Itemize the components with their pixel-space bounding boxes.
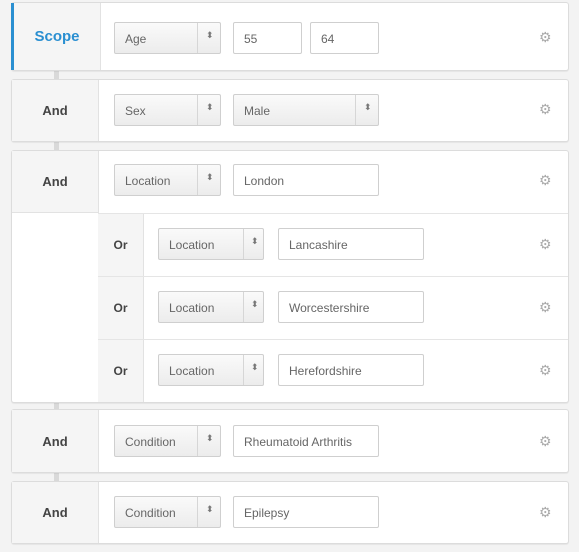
updown-arrow-icon: ⬍ bbox=[206, 102, 214, 112]
updown-arrow-icon: ⬍ bbox=[364, 102, 372, 112]
value-input[interactable]: Lancashire bbox=[278, 228, 424, 260]
field-select[interactable]: Condition ⬍ bbox=[114, 496, 221, 528]
field-select[interactable]: Location ⬍ bbox=[114, 164, 221, 196]
rule-scope: Scope Age ⬍ 55 64 ⚙ bbox=[11, 2, 569, 71]
select-value: Condition bbox=[125, 435, 176, 449]
rule-and-group: And Location ⬍ London ⚙ Or Location ⬍ La… bbox=[11, 150, 569, 403]
updown-arrow-icon: ⬍ bbox=[206, 172, 214, 182]
rule-label: And bbox=[12, 151, 99, 213]
rule-label: And bbox=[12, 410, 99, 472]
gear-icon[interactable]: ⚙ bbox=[539, 30, 552, 44]
max-value-input[interactable]: 64 bbox=[310, 22, 379, 54]
select-value: Location bbox=[169, 364, 215, 378]
field-select[interactable]: Sex ⬍ bbox=[114, 94, 221, 126]
gear-icon[interactable]: ⚙ bbox=[539, 505, 552, 519]
select-value: Location bbox=[125, 174, 171, 188]
select-value: Location bbox=[169, 301, 215, 315]
field-select[interactable]: Location ⬍ bbox=[158, 228, 264, 260]
rule-label: Scope bbox=[11, 3, 101, 70]
or-label: Or bbox=[98, 277, 144, 339]
updown-arrow-icon: ⬍ bbox=[251, 236, 259, 246]
value-select[interactable]: Male ⬍ bbox=[233, 94, 379, 126]
or-row: Or Location ⬍ Lancashire ⚙ bbox=[98, 213, 568, 276]
or-label: Or bbox=[98, 214, 144, 276]
gear-icon[interactable]: ⚙ bbox=[539, 237, 552, 251]
updown-arrow-icon: ⬍ bbox=[206, 30, 214, 40]
field-select[interactable]: Age ⬍ bbox=[114, 22, 221, 54]
gear-icon[interactable]: ⚙ bbox=[539, 173, 552, 187]
updown-arrow-icon: ⬍ bbox=[251, 299, 259, 309]
value-input[interactable]: Rheumatoid Arthritis bbox=[233, 425, 379, 457]
rule-label: And bbox=[12, 80, 99, 141]
select-value: Age bbox=[125, 32, 147, 46]
field-select[interactable]: Condition ⬍ bbox=[114, 425, 221, 457]
value-input[interactable]: Worcestershire bbox=[278, 291, 424, 323]
rule-and: And Condition ⬍ Epilepsy ⚙ bbox=[11, 481, 569, 544]
select-value: Male bbox=[244, 104, 271, 118]
gear-icon[interactable]: ⚙ bbox=[539, 363, 552, 377]
select-value: Sex bbox=[125, 104, 146, 118]
value-input[interactable]: Epilepsy bbox=[233, 496, 379, 528]
gear-icon[interactable]: ⚙ bbox=[539, 300, 552, 314]
gear-icon[interactable]: ⚙ bbox=[539, 102, 552, 116]
field-select[interactable]: Location ⬍ bbox=[158, 354, 264, 386]
rule-and: And Sex ⬍ Male ⬍ ⚙ bbox=[11, 79, 569, 142]
select-value: Condition bbox=[125, 506, 176, 520]
or-row: Or Location ⬍ Herefordshire ⚙ bbox=[98, 339, 568, 402]
min-value-input[interactable]: 55 bbox=[233, 22, 302, 54]
gear-icon[interactable]: ⚙ bbox=[539, 434, 552, 448]
select-value: Location bbox=[169, 238, 215, 252]
or-label: Or bbox=[98, 340, 144, 402]
rule-label: And bbox=[12, 482, 99, 543]
updown-arrow-icon: ⬍ bbox=[251, 362, 259, 372]
or-row: Or Location ⬍ Worcestershire ⚙ bbox=[98, 276, 568, 339]
value-input[interactable]: London bbox=[233, 164, 379, 196]
updown-arrow-icon: ⬍ bbox=[206, 504, 214, 514]
value-input[interactable]: Herefordshire bbox=[278, 354, 424, 386]
updown-arrow-icon: ⬍ bbox=[206, 433, 214, 443]
rule-and: And Condition ⬍ Rheumatoid Arthritis ⚙ bbox=[11, 409, 569, 473]
field-select[interactable]: Location ⬍ bbox=[158, 291, 264, 323]
